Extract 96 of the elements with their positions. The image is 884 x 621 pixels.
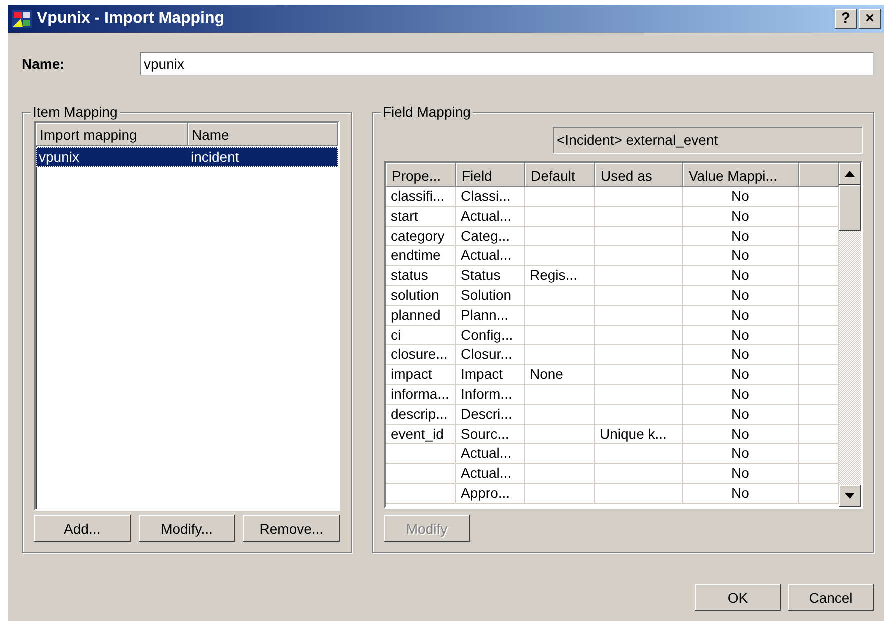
table-cell [525,326,595,346]
item-mapping-list[interactable]: Import mapping Name vpunix incident [34,121,340,511]
table-cell: Unique k... [595,424,683,444]
table-cell: Categ... [456,226,525,246]
group-title: Field Mapping [381,104,473,120]
table-cell [525,484,595,504]
table-cell [525,187,595,207]
column-header[interactable]: Field [456,163,525,187]
table-cell: No [683,187,799,207]
table-cell [525,464,595,484]
table-cell: status [386,266,456,286]
table-cell: impact [386,365,456,385]
table-cell: Solution [456,286,525,306]
table-cell: No [683,206,799,227]
table-cell: Classi... [456,187,525,207]
table-cell: Descri... [456,404,525,425]
table-cell [386,464,456,484]
table-cell: Actual... [456,206,525,227]
table-cell: No [683,326,799,346]
table-cell: event_id [386,424,456,444]
list-row[interactable]: vpunix incident [36,147,338,167]
table-cell [525,226,595,246]
target-label: <Incident> external_event [553,127,863,154]
action-button[interactable]: Remove... [243,515,340,542]
table-cell: None [525,365,595,385]
table-cell [525,424,595,444]
scroll-up-button[interactable] [839,163,861,185]
table-cell: Plann... [456,306,525,326]
table-cell [525,384,595,405]
name-field[interactable]: vpunix [140,52,874,76]
table-cell: closure... [386,345,456,366]
table-cell: descrip... [386,404,456,425]
table-cell: No [683,484,799,504]
table-cell: Config... [456,326,525,346]
table-cell: category [386,226,456,246]
table-cell [525,286,595,306]
table-cell [525,444,595,464]
window-title: Vpunix - Import Mapping [37,10,226,28]
list-cell-text: incident [190,148,240,167]
table-cell: Inform... [456,384,525,405]
table-cell: No [683,286,799,306]
table-cell [525,306,595,326]
table-cell: planned [386,306,456,326]
app-icon [11,9,33,29]
column-header[interactable]: Prope... [386,163,456,187]
column-header[interactable]: Default [525,163,595,187]
table-cell: No [683,464,799,484]
table-cell: Sourc... [456,424,525,444]
table-cell [525,246,595,266]
table-cell [525,404,595,425]
scroll-thumb[interactable] [839,185,861,231]
table-cell: No [683,424,799,444]
table-cell: informa... [386,384,456,405]
close-button[interactable]: × [859,9,881,29]
table-cell: Actual... [456,464,525,484]
table-cell: Status [456,266,525,286]
dialog-button[interactable]: OK [695,584,781,611]
help-button[interactable]: ? [835,9,857,29]
group-title: Item Mapping [31,104,120,120]
table-cell [386,484,456,504]
table-cell: start [386,206,456,227]
column-header[interactable]: Value Mappi... [683,163,799,187]
table-cell: solution [386,286,456,306]
table-cell: Closur... [456,345,525,366]
table-cell: No [683,384,799,405]
dialog-button[interactable]: Cancel [788,584,874,611]
scroll-down-icon [845,493,855,499]
table-cell: No [683,444,799,464]
scroll-down-button[interactable] [839,485,861,507]
table-cell: Actual... [456,246,525,266]
list-cell-text: vpunix [38,148,80,167]
table-cell: Impact [456,365,525,385]
table-cell [525,345,595,366]
column-header[interactable]: Used as [595,163,683,187]
table-cell: No [683,345,799,366]
table-cell: ci [386,326,456,346]
table-cell: Actual... [456,444,525,464]
table-cell: endtime [386,246,456,266]
table-cell: Appro... [456,484,525,504]
table-cell: No [683,246,799,266]
action-button[interactable]: Modify... [138,515,236,542]
scroll-up-icon [845,171,855,177]
table-cell: No [683,266,799,286]
table-cell: No [683,306,799,326]
table-cell: No [683,226,799,246]
action-button[interactable]: Add... [34,515,131,542]
column-header[interactable]: Name [188,123,338,146]
table-cell: Regis... [525,266,595,286]
name-label: Name: [22,56,66,72]
table-cell [525,206,595,227]
scrollbar[interactable] [839,163,861,507]
table-cell [386,444,456,464]
table-cell: No [683,404,799,425]
table-cell: classifi... [386,187,456,207]
table-cell: No [683,365,799,385]
column-header[interactable]: Import mapping [36,123,188,146]
